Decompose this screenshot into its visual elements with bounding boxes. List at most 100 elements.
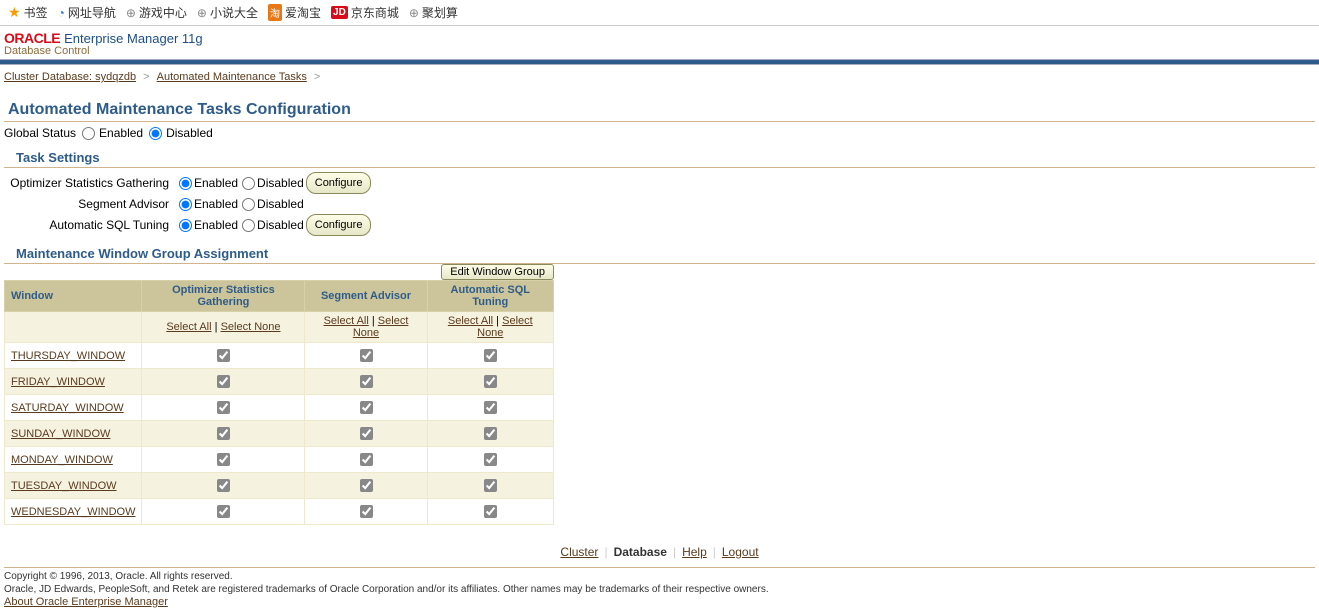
assignment-checkbox[interactable] [484, 453, 497, 466]
task-setting-label: Automatic SQL Tuning [4, 215, 169, 235]
window-link[interactable]: THURSDAY_WINDOW [11, 350, 125, 362]
footer-link[interactable]: Help [682, 545, 707, 559]
assignment-checkbox[interactable] [217, 375, 230, 388]
assignment-checkbox[interactable] [217, 453, 230, 466]
checkbox-cell [142, 395, 305, 421]
select-none-link[interactable]: Select None [221, 321, 281, 333]
checkbox-cell [427, 343, 553, 369]
checkbox-cell [427, 395, 553, 421]
bookmark-item[interactable]: ⊕游戏中心 [126, 4, 187, 21]
checkbox-cell [427, 447, 553, 473]
global-status-disabled-radio[interactable] [149, 127, 162, 140]
task-setting-row: Segment AdvisorEnabledDisabled [4, 194, 1315, 214]
bookmark-item[interactable]: 淘爱淘宝 [268, 4, 321, 21]
table-row: SATURDAY_WINDOW [5, 395, 554, 421]
assignment-checkbox[interactable] [217, 479, 230, 492]
assignment-checkbox[interactable] [360, 375, 373, 388]
bookmark-label: 网址导航 [68, 4, 116, 21]
assignment-checkbox[interactable] [217, 401, 230, 414]
checkbox-cell [142, 473, 305, 499]
table-row: THURSDAY_WINDOW [5, 343, 554, 369]
select-all-link[interactable]: Select All [448, 315, 493, 327]
assignment-checkbox[interactable] [360, 479, 373, 492]
footer-link[interactable]: Logout [722, 545, 759, 559]
window-link[interactable]: MONDAY_WINDOW [11, 454, 113, 466]
window-link[interactable]: FRIDAY_WINDOW [11, 376, 105, 388]
configure-button[interactable]: Configure [306, 172, 372, 194]
checkbox-cell [427, 421, 553, 447]
window-group-wrap: Edit Window Group WindowOptimizer Statis… [4, 264, 1315, 525]
edit-window-group-button[interactable]: Edit Window Group [441, 264, 554, 280]
global-status-label: Global Status [4, 126, 76, 140]
task-enabled-radio[interactable] [179, 219, 192, 232]
configure-button[interactable]: Configure [306, 214, 372, 236]
window-name-cell: WEDNESDAY_WINDOW [5, 499, 142, 525]
task-enabled-radio[interactable] [179, 177, 192, 190]
checkbox-cell [305, 369, 427, 395]
window-group-title: Maintenance Window Group Assignment [4, 240, 1315, 264]
product-subtitle: Database Control [4, 45, 1315, 57]
assignment-checkbox[interactable] [484, 375, 497, 388]
footer-sep: | [673, 545, 676, 559]
footer-links: Cluster|Database|Help|Logout [0, 525, 1319, 565]
assignment-checkbox[interactable] [484, 505, 497, 518]
select-all-link[interactable]: Select All [324, 315, 369, 327]
globe-icon: ⊕ [126, 6, 136, 20]
bookmark-label: 游戏中心 [139, 4, 187, 21]
bookmark-item[interactable]: ★书签 [8, 4, 48, 21]
footer-sep: | [713, 545, 716, 559]
window-link[interactable]: TUESDAY_WINDOW [11, 480, 117, 492]
assignment-checkbox[interactable] [484, 349, 497, 362]
window-name-cell: SUNDAY_WINDOW [5, 421, 142, 447]
assignment-checkbox[interactable] [217, 349, 230, 362]
oracle-logo: ORACLE [4, 30, 60, 46]
global-status-enabled-label: Enabled [99, 126, 143, 140]
bookmark-label: 聚划算 [422, 4, 458, 21]
window-link[interactable]: SATURDAY_WINDOW [11, 402, 124, 414]
checkbox-cell [305, 447, 427, 473]
disabled-label: Disabled [257, 173, 304, 193]
breadcrumb-link[interactable]: Cluster Database: sydqzdb [4, 71, 136, 83]
checkbox-cell [142, 343, 305, 369]
global-status-enabled-radio[interactable] [82, 127, 95, 140]
window-name-cell: FRIDAY_WINDOW [5, 369, 142, 395]
bookmark-item[interactable]: ⊕聚划算 [409, 4, 458, 21]
checkbox-cell [305, 499, 427, 525]
assignment-checkbox[interactable] [360, 349, 373, 362]
assignment-checkbox[interactable] [484, 427, 497, 440]
about-link[interactable]: About Oracle Enterprise Manager [4, 596, 168, 608]
global-status-disabled-label: Disabled [166, 126, 213, 140]
window-link[interactable]: WEDNESDAY_WINDOW [11, 506, 135, 518]
bookmark-item[interactable]: ⊕小说大全 [197, 4, 258, 21]
breadcrumb-sep: > [140, 71, 153, 83]
assignment-checkbox[interactable] [360, 427, 373, 440]
task-disabled-radio[interactable] [242, 177, 255, 190]
assignment-checkbox[interactable] [360, 401, 373, 414]
em-header: ORACLE Enterprise Manager 11g Database C… [0, 26, 1319, 57]
checkbox-cell [305, 343, 427, 369]
task-setting-label: Segment Advisor [4, 194, 169, 214]
task-enabled-radio[interactable] [179, 198, 192, 211]
global-status-row: Global Status Enabled Disabled [0, 122, 1319, 144]
breadcrumb-link[interactable]: Automated Maintenance Tasks [157, 71, 307, 83]
task-disabled-radio[interactable] [242, 198, 255, 211]
assignment-checkbox[interactable] [360, 453, 373, 466]
assignment-checkbox[interactable] [217, 427, 230, 440]
window-link[interactable]: SUNDAY_WINDOW [11, 428, 110, 440]
task-disabled-radio[interactable] [242, 219, 255, 232]
assignment-checkbox[interactable] [217, 505, 230, 518]
checkbox-cell [427, 499, 553, 525]
task-setting-label: Optimizer Statistics Gathering [4, 173, 169, 193]
bookmark-item[interactable]: JD京东商城 [331, 4, 399, 21]
footer-link[interactable]: Database [614, 545, 667, 559]
product-name: Enterprise Manager 11g [64, 31, 203, 46]
breadcrumb: Cluster Database: sydqzdb > Automated Ma… [0, 65, 1319, 89]
assignment-checkbox[interactable] [484, 479, 497, 492]
task-settings-block: Optimizer Statistics GatheringEnabledDis… [0, 168, 1319, 240]
select-all-link[interactable]: Select All [166, 321, 211, 333]
assignment-checkbox[interactable] [484, 401, 497, 414]
copyright-2: Oracle, JD Edwards, PeopleSoft, and Rete… [0, 583, 1319, 596]
bookmark-item[interactable]: ◔网址导航 [58, 4, 116, 21]
footer-link[interactable]: Cluster [560, 545, 598, 559]
assignment-checkbox[interactable] [360, 505, 373, 518]
